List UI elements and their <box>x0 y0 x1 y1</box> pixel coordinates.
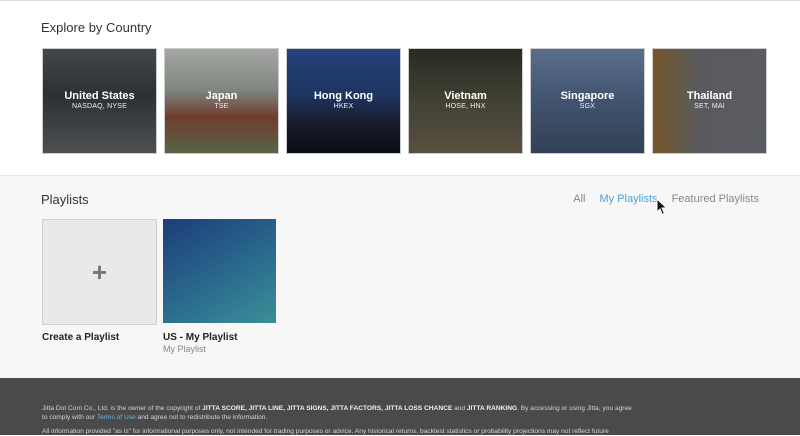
plus-icon: + <box>91 256 108 287</box>
terms-link[interactable]: Terms of Use <box>97 414 136 421</box>
country-name: Japan <box>205 90 238 102</box>
country-card-hong-kong[interactable]: Hong Kong HKEX <box>286 48 401 154</box>
country-exchanges: SET, MAI <box>694 103 725 110</box>
country-card-japan[interactable]: Japan TSE <box>164 48 279 154</box>
country-card-singapore[interactable]: Singapore SGX <box>530 48 645 154</box>
country-exchanges: NASDAQ, NYSE <box>72 103 127 110</box>
country-card-vietnam[interactable]: Vietnam HOSE, HNX <box>408 48 523 154</box>
create-playlist-label: Create a Playlist <box>42 332 120 343</box>
mouse-cursor-icon <box>656 198 668 216</box>
create-playlist-button[interactable]: + <box>42 219 157 325</box>
country-name: Hong Kong <box>313 90 374 102</box>
country-card-thailand[interactable]: Thailand SET, MAI <box>652 48 767 154</box>
country-exchanges: SGX <box>579 103 596 110</box>
country-cards: United States NASDAQ, NYSE Japan TSE Hon… <box>42 48 767 154</box>
tab-all[interactable]: All <box>573 193 585 205</box>
country-exchanges: HOSE, HNX <box>445 103 486 110</box>
country-card-united-states[interactable]: United States NASDAQ, NYSE <box>42 48 157 154</box>
tab-featured-playlists[interactable]: Featured Playlists <box>672 193 759 205</box>
country-name: Thailand <box>686 90 733 102</box>
playlist-title: US - My Playlist <box>163 332 238 343</box>
footer: Jitta Dot Com Co., Ltd. is the owner of … <box>0 378 800 435</box>
explore-title: Explore by Country <box>41 20 152 35</box>
country-name: Vietnam <box>444 90 487 102</box>
country-exchanges: TSE <box>214 103 229 110</box>
footer-copyright: Jitta Dot Com Co., Ltd. is the owner of … <box>42 405 632 421</box>
country-exchanges: HKEX <box>333 103 354 110</box>
country-name: United States <box>64 90 135 102</box>
tab-my-playlists[interactable]: My Playlists <box>600 193 658 205</box>
playlist-subtitle: My Playlist <box>163 344 207 354</box>
playlists-title: Playlists <box>41 192 89 207</box>
country-name: Singapore <box>560 90 615 102</box>
top-divider <box>0 0 800 1</box>
playlist-card-us[interactable] <box>163 219 276 323</box>
